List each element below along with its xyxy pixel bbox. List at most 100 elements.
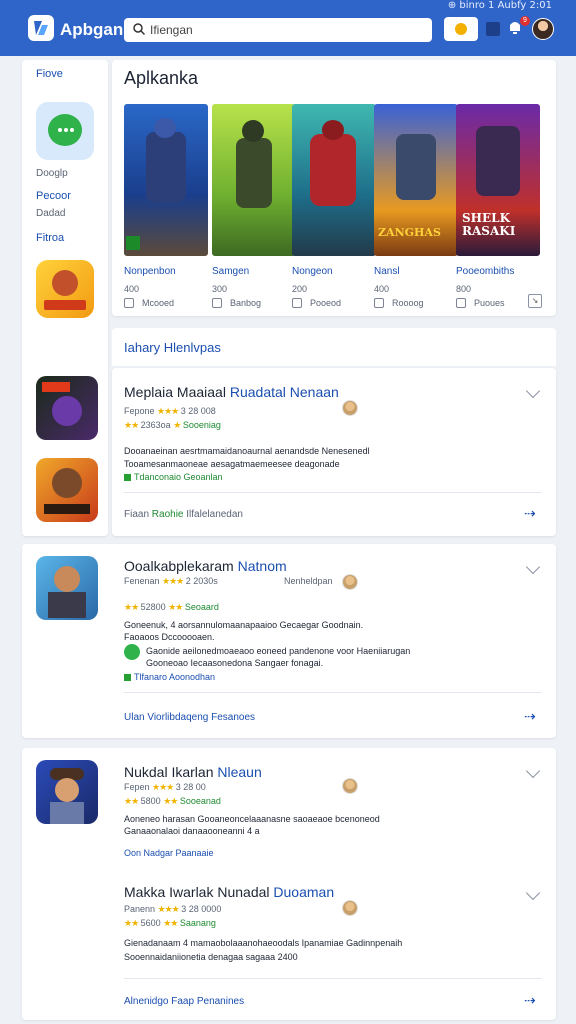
review-1-rating: Fepone ★★★ 3 28 008 (124, 406, 216, 416)
game-checkbox-4[interactable] (374, 298, 384, 308)
review-1-text-1: Dooanaeinan aesrtmamaidanoaurnal aenands… (124, 446, 370, 456)
featured-title: Aplkanka (124, 68, 199, 88)
messages-icon[interactable] (486, 22, 500, 36)
stars-icon: ★★ (124, 796, 139, 806)
review-app-icon-2[interactable] (36, 458, 98, 522)
review-3-text-1: Aoneneo harasan Gooaneoncelaaanasne saoa… (124, 814, 380, 824)
share-icon[interactable]: ⇢ (524, 992, 536, 1009)
game-tile-4[interactable]: ZANGHAS (374, 104, 458, 256)
review-2-text-2: Faoaoos Dccooooaen. (124, 632, 215, 642)
search-icon (133, 23, 146, 36)
game-meta-5: Puoues (474, 298, 505, 308)
stars-icon: ★★ (124, 420, 139, 430)
review-2-title[interactable]: Ooalkabplekaram Natnom (124, 558, 287, 574)
review-3-title[interactable]: Nukdal Ikarlan Nleaun (124, 764, 262, 780)
game-name-1[interactable]: Nonpenbon (124, 266, 208, 277)
review-3-rating: Fepen ★★★ 3 28 00 (124, 782, 206, 792)
stars-icon: ★★★ (157, 406, 179, 416)
game-tile-3[interactable] (292, 104, 376, 256)
review-app-icon-1[interactable] (36, 376, 98, 440)
game-checkbox-2[interactable] (212, 298, 222, 308)
check-icon (124, 474, 131, 482)
coin-icon (455, 23, 467, 35)
review-2-cta[interactable]: Ulan Viorlibdaqeng Fesanoes (124, 712, 255, 723)
stars-icon: ★★★ (152, 782, 174, 792)
stars-icon: ★★ (163, 918, 178, 928)
review-3-link[interactable]: Oon Nadgar Paanaaie (124, 848, 214, 858)
review-app-icon-3[interactable] (36, 556, 98, 620)
app-logo-icon[interactable] (28, 15, 54, 41)
featured-apps-card: Aplkanka ZANGHAS SHELK RASAKI Nonpenbon … (112, 60, 556, 316)
expand-icon[interactable]: ↘ (528, 294, 542, 308)
sidebar-link-3[interactable]: Fitroa (36, 232, 64, 244)
stars-icon: ★★ (168, 602, 183, 612)
chevron-down-icon[interactable] (525, 885, 541, 901)
game-checkbox-5[interactable] (456, 298, 466, 308)
share-icon[interactable]: ⇢ (524, 708, 536, 725)
reviewer-avatar[interactable] (342, 778, 358, 794)
check-icon (124, 674, 131, 682)
status-bar: ⊕ binro 1 Aubfy 2:01 (447, 0, 552, 11)
divider (124, 978, 542, 979)
stars-icon: ★★ (124, 918, 139, 928)
game-checkbox-1[interactable] (124, 298, 134, 308)
notifications-button[interactable]: 9 (508, 16, 530, 40)
review-4-cta[interactable]: Alnenidgo Faap Penanines (124, 996, 244, 1007)
game-checkbox-3[interactable] (292, 298, 302, 308)
game-name-4[interactable]: Nansl (374, 266, 458, 277)
game-name-3[interactable]: Nongeon (292, 266, 376, 277)
game-app-icon[interactable] (36, 260, 94, 318)
review-3-subline: ★★ 5800 ★★ Sooeanad (124, 796, 221, 806)
reviewer-avatar[interactable] (342, 574, 358, 590)
review-2-subline: ★★ 52800 ★★ Seoaard (124, 602, 219, 612)
game-meta-3: Pooeod (310, 298, 342, 308)
game-name-5[interactable]: Pooeombiths (456, 266, 540, 277)
review-4-rating: Panenn ★★★ 3 28 0000 (124, 904, 222, 914)
sidebar-link-1[interactable]: Fiove (36, 68, 63, 80)
review-card-3: Nukdal Ikarlan Nleaun Fepen ★★★ 3 28 00 … (22, 748, 556, 1020)
review-1-cta[interactable]: Fiaan Raohie Ilfalelanedan (124, 509, 243, 520)
review-1-green-line: Tdanconaio Geoanlan (124, 472, 223, 482)
game-tile-5[interactable]: SHELK RASAKI (456, 104, 540, 256)
game-count-5: 800 (456, 284, 472, 294)
chevron-down-icon[interactable] (525, 559, 541, 575)
review-4-title[interactable]: Makka Iwarlak Nunadal Duoaman (124, 884, 334, 900)
review-1-title[interactable]: Meplaia Maaiaal Ruadatal Nenaan (124, 384, 339, 400)
game-count-2: 300 (212, 284, 228, 294)
reviewer-avatar[interactable] (342, 400, 358, 416)
share-icon[interactable]: ⇢ (524, 505, 536, 522)
game-name-2[interactable]: Samgen (212, 266, 296, 277)
game-count-3: 200 (292, 284, 308, 294)
chevron-down-icon[interactable] (525, 383, 541, 399)
stars-icon: ★ (173, 420, 181, 430)
review-2-rating: Fenenan ★★★ 2 2030s (124, 576, 218, 586)
review-3-text-2: Ganaaonalaoi danaaooneanni 4 a (124, 826, 260, 836)
search-bar[interactable] (124, 18, 432, 42)
reviewer-avatar[interactable] (342, 900, 358, 916)
check-circle-icon (124, 644, 140, 660)
game-tile-1[interactable] (124, 104, 208, 256)
review-1-text-2: Tooamesanmaoneae aesagatmaemeesee deagon… (124, 459, 340, 469)
coins-button[interactable] (444, 17, 478, 41)
review-2-text-3: Gaonide aeilonedmoaeaoo eoneed pandenone… (146, 646, 411, 656)
review-card-1: Meplaia Maaiaal Ruadatal Nenaan Fepone ★… (112, 368, 556, 536)
review-2-text-4: Gooneoao Iecaasonedona Sangaer fonagai. (146, 658, 324, 668)
section-title: Iahary Hlenlvpas (124, 340, 221, 355)
review-4-text-1: Gienadanaam 4 mamaobolaaanohaeoodals Ipa… (124, 938, 403, 948)
game-count-1: 400 (124, 284, 140, 294)
section-heading: Iahary Hlenlvpas (112, 328, 556, 366)
stars-icon: ★★★ (162, 576, 184, 586)
sidebar-link-2[interactable]: Pecoor (36, 190, 71, 202)
chevron-down-icon[interactable] (525, 763, 541, 779)
stars-icon: ★★★ (157, 904, 180, 914)
game-tile-4-caption: ZANGHAS (378, 226, 441, 239)
review-2-aside: Nenheldpan (284, 576, 333, 586)
game-tile-2[interactable] (212, 104, 296, 256)
search-input[interactable] (150, 22, 420, 38)
top-app-bar: ⊕ binro 1 Aubfy 2:01 Apbgan 9 (0, 0, 576, 56)
chat-bubble-icon[interactable] (36, 102, 94, 160)
review-2-green-line: Tlfanaro Aoonodhan (124, 672, 215, 682)
game-tile-5-caption: SHELK RASAKI (462, 211, 516, 238)
review-app-icon-4[interactable] (36, 760, 98, 824)
user-avatar[interactable] (532, 18, 554, 40)
